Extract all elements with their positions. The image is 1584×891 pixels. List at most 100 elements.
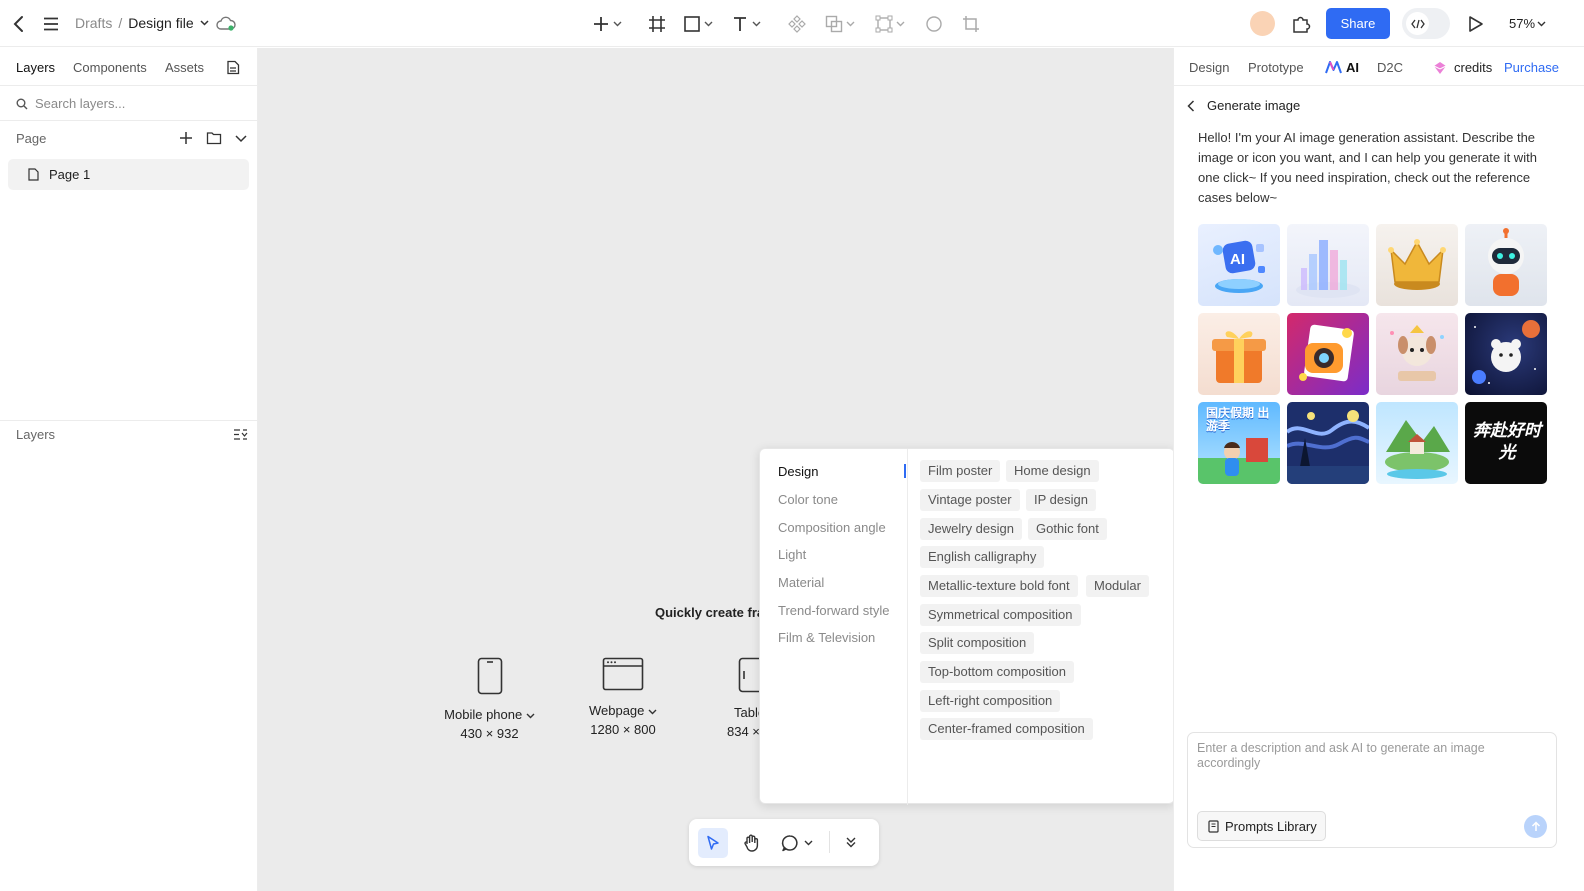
dev-mode-toggle[interactable]	[1402, 8, 1450, 39]
tab-components[interactable]: Components	[73, 60, 147, 75]
mask-tool[interactable]	[925, 12, 943, 36]
category-film-television[interactable]: Film & Television	[778, 630, 875, 645]
reference-image-starry-night[interactable]	[1287, 402, 1369, 484]
tag-chip[interactable]: Film poster	[920, 460, 1001, 482]
component-tool[interactable]	[788, 12, 806, 36]
back-icon[interactable]	[12, 12, 26, 36]
zoom-control[interactable]: 57%	[1509, 16, 1546, 31]
breadcrumb-drafts[interactable]: Drafts	[75, 15, 112, 31]
avatar[interactable]	[1250, 11, 1275, 36]
frame-preset-mobile[interactable]: Mobile phone 430 × 932	[442, 657, 537, 741]
tag-chip[interactable]: English calligraphy	[920, 546, 1045, 568]
play-icon[interactable]	[1468, 12, 1484, 36]
reference-image-calligraphy[interactable]: 奔赴好时光	[1465, 402, 1547, 484]
tab-ai-label: AI	[1346, 60, 1359, 75]
collapse-toolbar-icon[interactable]	[845, 836, 857, 848]
reference-image-puppy[interactable]	[1376, 313, 1458, 395]
reference-image-city[interactable]	[1287, 224, 1369, 306]
reference-image-island[interactable]	[1376, 402, 1458, 484]
reference-image-ai-icon[interactable]: AI	[1198, 224, 1280, 306]
comment-tool[interactable]	[781, 834, 813, 852]
component-icon	[788, 15, 806, 33]
tab-ai[interactable]: AI	[1325, 60, 1359, 75]
category-light[interactable]: Light	[778, 547, 806, 562]
prompts-library-label: Prompts Library	[1225, 818, 1317, 834]
frame-label: Mobile phone	[444, 707, 523, 722]
right-panel: Design Prototype AI D2C credits Purchase…	[1173, 48, 1584, 891]
tag-chip[interactable]: IP design	[1026, 489, 1096, 511]
back-icon[interactable]	[1187, 99, 1195, 112]
tag-chip[interactable]: Jewelry design	[920, 518, 1022, 540]
tag-chip[interactable]: Center-framed composition	[920, 718, 1093, 740]
crop-tool[interactable]	[962, 12, 980, 36]
purchase-link[interactable]: Purchase	[1504, 60, 1559, 75]
file-name[interactable]: Design file	[128, 15, 193, 31]
menu-icon[interactable]	[43, 12, 59, 36]
reference-image-gift[interactable]	[1198, 313, 1280, 395]
category-composition-angle[interactable]: Composition angle	[778, 520, 886, 535]
frame-icon	[649, 16, 665, 32]
code-icon	[1406, 12, 1429, 35]
reference-image-space-bear[interactable]	[1465, 313, 1547, 395]
left-panel: Layers Components Assets Search layers..…	[0, 48, 258, 891]
tab-assets[interactable]: Assets	[165, 60, 204, 75]
category-material[interactable]: Material	[778, 575, 824, 590]
text-icon	[734, 17, 746, 31]
move-tool[interactable]	[698, 828, 728, 858]
folder-icon[interactable]	[206, 131, 222, 145]
frame-tool[interactable]	[648, 12, 666, 36]
reference-image-robot[interactable]	[1465, 224, 1547, 306]
share-button[interactable]: Share	[1326, 8, 1390, 39]
tag-chip[interactable]: Modular	[1086, 575, 1149, 597]
group-tool[interactable]	[875, 12, 905, 36]
tag-chip[interactable]: Vintage poster	[920, 489, 1020, 511]
frame-preset-webpage[interactable]: Webpage 1280 × 800	[583, 657, 663, 737]
rectangle-tool[interactable]	[683, 12, 713, 36]
tag-chip[interactable]: Top-bottom composition	[920, 661, 1075, 683]
tab-layers[interactable]: Layers	[16, 60, 55, 75]
frame-dimensions: 430 × 932	[460, 726, 519, 741]
page-item[interactable]: Page 1	[8, 159, 249, 190]
boolean-tool[interactable]	[825, 12, 855, 36]
plugin-icon[interactable]	[1291, 12, 1311, 36]
search-layers[interactable]: Search layers...	[16, 96, 125, 111]
tab-d2c[interactable]: D2C	[1377, 60, 1403, 75]
search-icon	[16, 98, 28, 109]
tab-prototype[interactable]: Prototype	[1248, 60, 1304, 75]
tag-chip[interactable]: Symmetrical composition	[920, 604, 1081, 626]
tag-chip[interactable]: Left-right composition	[920, 690, 1061, 712]
search-input[interactable]: Search layers...	[35, 96, 125, 111]
arrow-up-icon	[1531, 821, 1540, 831]
tab-design[interactable]: Design	[1189, 60, 1229, 75]
tag-chip[interactable]: Split composition	[920, 632, 1035, 654]
chevron-down-icon[interactable]	[200, 20, 209, 26]
add-page-icon[interactable]	[179, 131, 193, 145]
category-trend-forward-style[interactable]: Trend-forward style	[778, 603, 890, 618]
generate-image-header: Generate image	[1187, 98, 1300, 113]
reference-image-crown[interactable]	[1376, 224, 1458, 306]
chevron-down-icon[interactable]	[235, 135, 247, 143]
category-design[interactable]: Design	[778, 464, 818, 479]
prompt-input-box[interactable]: Enter a description and ask AI to genera…	[1187, 732, 1557, 848]
hand-tool[interactable]	[742, 833, 762, 853]
prompt-input[interactable]: Enter a description and ask AI to genera…	[1197, 741, 1527, 771]
boolean-icon	[825, 15, 843, 33]
reference-image-festival[interactable]: 国庆假期 出游季	[1198, 402, 1280, 484]
category-color-tone[interactable]: Color tone	[778, 492, 838, 507]
svg-text:AI: AI	[1230, 251, 1245, 268]
chevron-down-icon	[846, 21, 855, 27]
tag-chip[interactable]: Home design	[1006, 460, 1099, 482]
tag-chip[interactable]: Metallic-texture bold font	[920, 575, 1078, 597]
layer-filter-icon[interactable]	[233, 428, 248, 441]
add-tool[interactable]	[592, 12, 622, 36]
text-tool[interactable]	[731, 12, 761, 36]
library-icon[interactable]	[226, 60, 241, 75]
zoom-level: 57%	[1509, 16, 1536, 31]
send-button[interactable]	[1524, 815, 1547, 838]
crop-icon	[963, 16, 979, 32]
tag-chip[interactable]: Gothic font	[1028, 518, 1107, 540]
assistant-intro: Hello! I'm your AI image generation assi…	[1198, 130, 1537, 205]
mobile-phone-icon	[477, 657, 502, 695]
prompts-library-button[interactable]: Prompts Library	[1197, 811, 1326, 841]
reference-image-camera[interactable]	[1287, 313, 1369, 395]
